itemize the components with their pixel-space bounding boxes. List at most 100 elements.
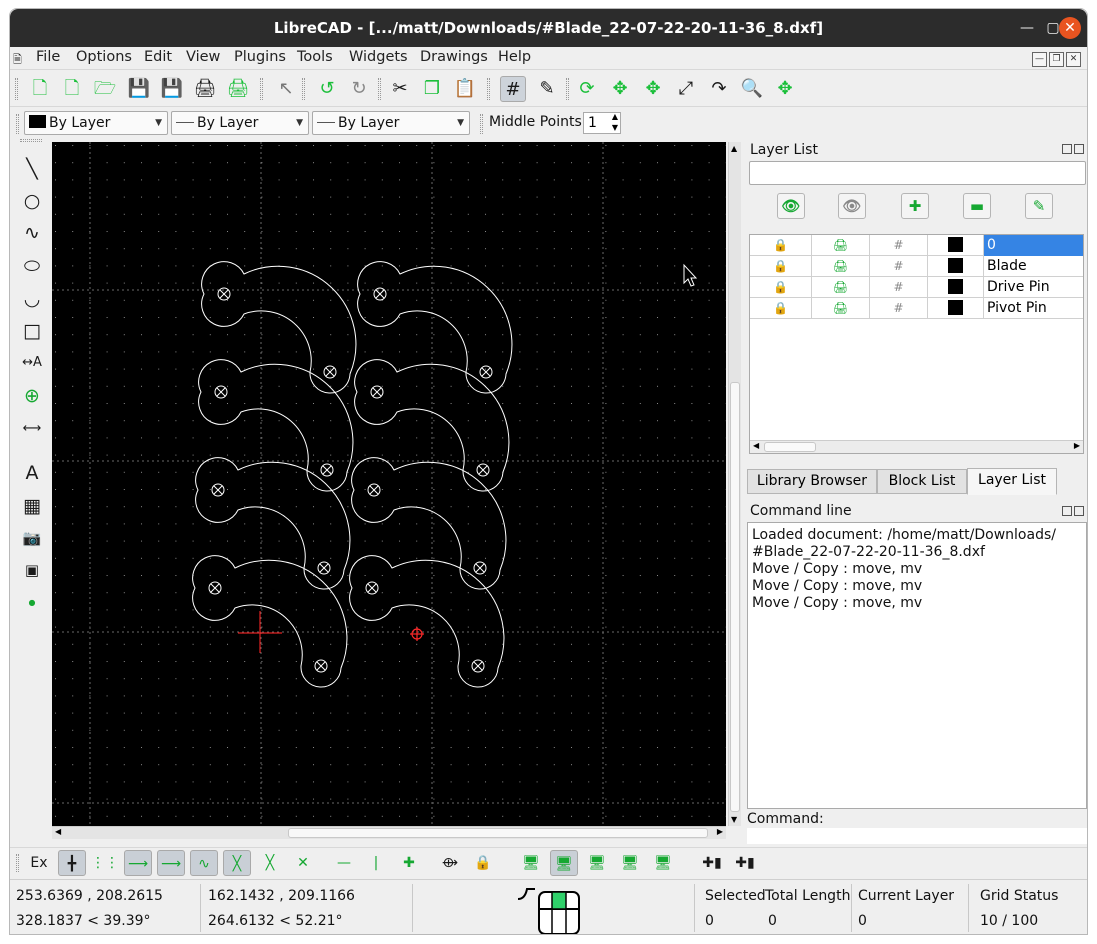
zoom-auto-icon[interactable]: ⤢ <box>673 76 699 102</box>
menu-help[interactable]: Help <box>498 49 531 65</box>
construction-icon[interactable]: # <box>870 235 928 256</box>
print-icon[interactable]: 🖨 <box>812 298 870 319</box>
redo-icon[interactable]: ↻ <box>346 76 372 102</box>
restrict-vertical-icon[interactable]: | <box>362 850 390 876</box>
snap-grid-icon[interactable]: ⋮⋮ <box>91 850 119 876</box>
toolbar-grip[interactable] <box>378 78 381 100</box>
mdi-minimize-icon[interactable]: — <box>1032 52 1047 67</box>
toolbar-grip[interactable] <box>487 78 490 100</box>
menu-drawings[interactable]: Drawings <box>420 49 488 65</box>
scroll-thumb[interactable] <box>764 442 816 452</box>
show-all-layers-button[interactable]: 👁 <box>777 193 805 219</box>
scroll-right-icon[interactable]: ▶ <box>1074 441 1080 450</box>
toolbar-grip[interactable] <box>302 78 305 100</box>
construction-icon[interactable]: # <box>870 256 928 277</box>
grid-toggle-icon[interactable]: # <box>500 76 526 102</box>
menu-plugins[interactable]: Plugins <box>234 49 286 65</box>
command-input[interactable] <box>747 828 1087 844</box>
cut-icon[interactable]: ✂ <box>387 76 413 102</box>
menu-file[interactable]: File <box>36 49 60 65</box>
lock-relative-zero-icon[interactable]: 🔒 <box>469 850 497 876</box>
dimension-tool-icon[interactable]: ↔A <box>18 349 46 377</box>
toolbar-grip[interactable] <box>20 139 42 142</box>
title-bar[interactable]: LibreCAD - [.../matt/Downloads/#Blade_22… <box>10 9 1087 47</box>
layer-filter-input[interactable] <box>749 161 1086 185</box>
tab-library-browser[interactable]: Library Browser <box>747 469 877 494</box>
lock-icon[interactable]: 🔒 <box>750 298 812 319</box>
document-icon[interactable]: 🗎 <box>13 51 22 70</box>
mdi-restore-icon[interactable]: ❐ <box>1049 52 1064 67</box>
mdi-close-icon[interactable]: ✕ <box>1066 52 1081 67</box>
print-icon[interactable]: 🖨 <box>812 277 870 298</box>
menu-widgets[interactable]: Widgets <box>349 49 408 65</box>
layer-name[interactable]: Drive Pin <box>984 277 1083 298</box>
save-icon[interactable]: 💾 <box>126 76 152 102</box>
toolbar-grip[interactable] <box>480 114 483 134</box>
hide-all-layers-button[interactable]: 👁 <box>838 193 866 219</box>
block-tool-icon[interactable]: ▣ <box>18 556 46 584</box>
new-file-icon[interactable]: 🗋 <box>27 76 53 102</box>
menu-edit[interactable]: Edit <box>144 49 172 65</box>
layer-color[interactable] <box>928 298 984 319</box>
spin-arrows-icon[interactable]: ▲ ▼ <box>612 111 618 133</box>
layer-row[interactable]: 🔒 🖨 # Blade <box>750 256 1083 277</box>
remove-layer-button[interactable]: ▬ <box>963 193 991 219</box>
close-button[interactable]: ✕ <box>1059 17 1081 39</box>
save-as-icon[interactable]: 💾 <box>159 76 185 102</box>
snap-distance-icon[interactable]: ╳ <box>256 850 284 876</box>
linetype-combo[interactable]: By Layer ▼ <box>171 111 309 135</box>
snap-center-icon[interactable]: ∿ <box>190 850 218 876</box>
view-monitor-2-icon[interactable]: 🖥 <box>550 850 578 876</box>
measure-tool-icon[interactable]: ⟷ <box>18 415 46 443</box>
layer-table-hscrollbar[interactable]: ◀ ▶ <box>750 440 1083 453</box>
menu-tools[interactable]: Tools <box>297 49 333 65</box>
text-tool-icon[interactable]: A <box>18 459 46 487</box>
select-tool-icon[interactable]: □ <box>18 317 46 345</box>
layer-name[interactable]: Pivot Pin <box>984 298 1083 319</box>
lock-icon[interactable]: 🔒 <box>750 256 812 277</box>
drawing-canvas[interactable] <box>52 142 726 826</box>
menu-options[interactable]: Options <box>76 49 132 65</box>
print-icon[interactable]: 🖨 <box>812 235 870 256</box>
close-icon[interactable] <box>1074 506 1084 516</box>
layer-color[interactable] <box>928 235 984 256</box>
color-combo[interactable]: By Layer ▼ <box>24 111 168 135</box>
lock-icon[interactable]: 🔒 <box>750 277 812 298</box>
image-tool-icon[interactable]: 📷 <box>18 524 46 552</box>
undo-icon[interactable]: ↺ <box>314 76 340 102</box>
modify-tool-icon[interactable]: ⊕ <box>18 382 46 410</box>
scroll-down-icon[interactable]: ▼ <box>731 815 737 824</box>
copy-icon[interactable]: ❐ <box>419 76 445 102</box>
snap-middle-icon[interactable]: ╳ <box>223 850 251 876</box>
set-relative-zero-icon[interactable]: ⟴ <box>436 850 464 876</box>
restrict-horizontal-icon[interactable]: — <box>330 850 358 876</box>
line-tool-icon[interactable]: ╲ <box>18 155 46 183</box>
print-preview-icon[interactable]: 🖨 <box>225 76 251 102</box>
add-layer-button[interactable]: ✚ <box>901 193 929 219</box>
edit-layer-button[interactable]: ✎ <box>1025 193 1053 219</box>
hatch-tool-icon[interactable]: ▦ <box>18 492 46 520</box>
horizontal-scrollbar[interactable]: ◀ ▶ <box>52 826 726 839</box>
print-icon[interactable]: 🖨 <box>812 256 870 277</box>
float-icon[interactable] <box>1062 506 1072 516</box>
snap-on-entity-icon[interactable]: ⟶ <box>157 850 185 876</box>
close-icon[interactable] <box>1074 144 1084 154</box>
toolbar-grip[interactable] <box>15 78 18 100</box>
open-folder-icon[interactable]: 🗁 <box>92 76 118 102</box>
zoom-window-icon[interactable]: 🔍 <box>739 76 765 102</box>
scroll-right-icon[interactable]: ▶ <box>717 827 723 836</box>
view-monitor-4-icon[interactable]: 🖥 <box>616 850 644 876</box>
vertical-scrollbar[interactable]: ▲ ▼ <box>728 142 741 826</box>
menu-view[interactable]: View <box>186 49 220 65</box>
new-template-icon[interactable]: 🗋 <box>59 76 85 102</box>
snap-intersection-icon[interactable]: ✕ <box>289 850 317 876</box>
view-monitor-1-icon[interactable]: 🖥 <box>517 850 545 876</box>
zoom-in-icon[interactable]: ✥ <box>607 76 633 102</box>
minimize-button[interactable]: — <box>1016 17 1038 39</box>
layer-color[interactable] <box>928 256 984 277</box>
restrict-orthogonal-icon[interactable]: ✚ <box>395 850 423 876</box>
polyline-tool-icon[interactable]: ◡ <box>18 285 46 313</box>
linewidth-combo[interactable]: By Layer ▼ <box>312 111 470 135</box>
toolbar-grip[interactable] <box>16 114 19 134</box>
lock-icon[interactable]: 🔒 <box>750 235 812 256</box>
